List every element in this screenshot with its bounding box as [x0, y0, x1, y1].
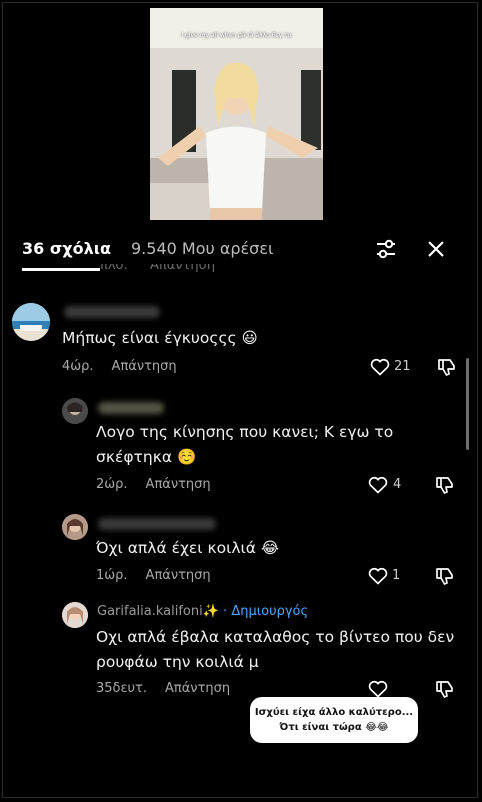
- avatar[interactable]: [62, 398, 88, 424]
- avatar[interactable]: [62, 602, 88, 628]
- comment-reply-item: Garifalia.kalifoni✨ · Δημιουργός Οχι απλ…: [0, 600, 482, 700]
- comment-time: 1ώρ.: [96, 568, 128, 583]
- video-frame-image: [150, 8, 323, 220]
- heart-icon[interactable]: [368, 680, 388, 698]
- comment-time: 4ώρ.: [62, 359, 94, 374]
- like-count: 4: [393, 477, 402, 492]
- avatar[interactable]: [62, 514, 88, 540]
- comment-text: Οχι απλά έβαλα καταλαθος το βίντεο που δ…: [96, 625, 454, 675]
- comment-text-line: ρουφάω την κοιλιά μ: [96, 653, 259, 671]
- comment-text: Λογο της κίνησης που κανει; Κ εγω το σκέ…: [96, 420, 393, 470]
- reply-button[interactable]: Απάντηση: [165, 681, 230, 696]
- close-icon[interactable]: [425, 238, 447, 260]
- comment-text-line: Λογο της κίνησης που κανει; Κ εγω το: [96, 423, 394, 441]
- comment-username[interactable]: Garifalia.kalifoni✨ · Δημιουργός: [97, 604, 308, 619]
- text-sticker: Ισχύει είχα άλλο καλύτερο... Ότι είναι τ…: [250, 697, 418, 743]
- username-hidden[interactable]: [64, 306, 160, 318]
- thumbs-down-icon[interactable]: [436, 357, 458, 377]
- username[interactable]: Garifalia.kalifoni✨: [97, 604, 219, 619]
- heart-icon[interactable]: [368, 567, 388, 585]
- comment-meta: 2ώρ. Απάντηση: [96, 477, 211, 492]
- username-hidden[interactable]: [98, 518, 216, 530]
- reply-button[interactable]: Απάντηση: [146, 568, 211, 583]
- video-caption: I give my all when på rå åλλο θεγ τα: [181, 32, 292, 39]
- avatar-image: [12, 303, 50, 341]
- video-preview[interactable]: I give my all when på rå åλλο θεγ τα: [150, 8, 323, 220]
- comment-text: Όχι απλά έχει κοιλιά 😂: [96, 539, 280, 557]
- heart-icon[interactable]: [368, 476, 388, 494]
- sticker-line: Ότι είναι τώρα 😂😂: [279, 722, 389, 733]
- avatar-image: [62, 398, 88, 424]
- heart-icon[interactable]: [370, 358, 390, 376]
- avatar-image: [62, 514, 88, 540]
- comment-item: Μήπως είναι έγκυοςςς 😃 4ώρ. Απάντηση 21: [0, 298, 482, 378]
- comment-text-line: Οχι απλά έβαλα καταλαθος το βίντεο που δ…: [96, 628, 455, 646]
- username-hidden[interactable]: [98, 402, 164, 414]
- thumbs-down-icon[interactable]: [434, 566, 456, 586]
- filter-sliders-icon[interactable]: [375, 238, 397, 260]
- sticker-line: Ισχύει είχα άλλο καλύτερο...: [254, 707, 414, 718]
- scrollbar[interactable]: [466, 358, 469, 450]
- like-count: 1: [392, 568, 401, 583]
- creator-badge: · Δημιουργός: [218, 604, 309, 619]
- previous-comment-time: πλσ.: [100, 264, 128, 273]
- previous-comment-meta: πλσ. Απάντηση: [80, 264, 460, 278]
- reply-button[interactable]: Απάντηση: [112, 359, 177, 374]
- thumbs-down-icon[interactable]: [434, 475, 456, 495]
- avatar-image: [62, 602, 88, 628]
- comment-time: 35δευτ.: [96, 681, 148, 696]
- like-count: 21: [394, 359, 411, 374]
- comment-meta: 1ώρ. Απάντηση: [96, 568, 211, 583]
- thumbs-down-icon[interactable]: [434, 679, 456, 699]
- comment-meta: 35δευτ. Απάντηση: [96, 681, 230, 696]
- avatar[interactable]: [12, 303, 50, 341]
- tab-comments[interactable]: 36 σχόλια: [22, 239, 111, 258]
- comment-text-line: σκέφτηκα ☺️: [96, 448, 197, 466]
- tab-likes[interactable]: 9.540 Μου αρέσει: [131, 239, 273, 258]
- comment-time: 2ώρ.: [96, 477, 128, 492]
- comment-reply-item: Λογο της κίνησης που κανει; Κ εγω το σκέ…: [0, 394, 482, 496]
- reply-button[interactable]: Απάντηση: [146, 477, 211, 492]
- comment-meta: 4ώρ. Απάντηση: [62, 359, 177, 374]
- previous-comment-reply[interactable]: Απάντηση: [150, 264, 215, 273]
- comment-reply-item: Όχι απλά έχει κοιλιά 😂 1ώρ. Απάντηση 1: [0, 510, 482, 590]
- comment-text: Μήπως είναι έγκυοςςς 😃: [62, 329, 258, 347]
